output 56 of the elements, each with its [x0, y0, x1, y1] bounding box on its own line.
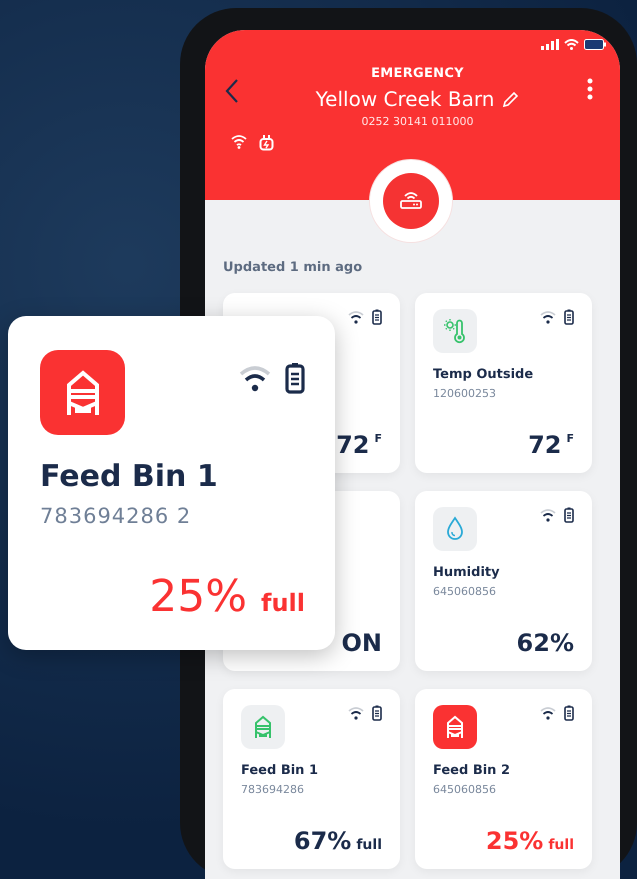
water-drop-icon [433, 507, 477, 551]
sensor-name: Humidity [433, 565, 501, 580]
updated-label: Updated 1 min ago [223, 260, 364, 275]
signal-icon [541, 38, 559, 50]
sensor-card[interactable]: Humidity 645060856 62% [415, 491, 592, 671]
reading-value: ON [342, 629, 382, 657]
barn-title: Yellow Creek Barn [316, 87, 494, 111]
wifi-icon [540, 508, 556, 522]
wifi-icon [348, 706, 364, 720]
wifi-icon [540, 706, 556, 720]
wifi-icon [231, 134, 247, 149]
feed-bin-icon [433, 705, 477, 749]
wifi-icon [239, 364, 271, 392]
sensor-name: Temp Outside [433, 367, 534, 382]
sensor-card[interactable]: Feed Bin 1 783694286 67% full [223, 689, 400, 869]
battery-icon [584, 38, 606, 50]
thermometer-icon [433, 309, 477, 353]
reading-value: 72 [336, 431, 370, 459]
sensor-name: Feed Bin 2 [433, 763, 512, 778]
reading-value: 67% [294, 827, 352, 855]
unit-label: F [566, 432, 574, 445]
sensor-card[interactable]: Temp Outside 120600253 72 F [415, 293, 592, 473]
sensor-serial: 645060856 [433, 585, 497, 598]
battery-icon [285, 362, 305, 394]
unit-label: F [374, 432, 382, 445]
reading-value: 25% [149, 571, 248, 622]
router-icon [383, 173, 439, 229]
feed-bin-icon [40, 350, 125, 435]
wifi-icon [348, 310, 364, 324]
barn-serial: 0252 30141 011000 [362, 115, 474, 128]
reading-value: 72 [528, 431, 562, 459]
sensor-serial: 120600253 [433, 387, 497, 400]
menu-icon[interactable] [587, 78, 593, 100]
battery-icon [564, 507, 574, 523]
unit-label: full [548, 837, 574, 853]
reading-value: 25% [486, 827, 544, 855]
back-icon[interactable] [225, 78, 239, 104]
sensor-serial: 783694286 2 [40, 504, 192, 528]
reading-value: 62% [516, 629, 574, 657]
sensor-name: Feed Bin 1 [40, 459, 219, 494]
unit-label: full [356, 837, 382, 853]
battery-icon [372, 309, 382, 325]
unit-label: full [261, 589, 305, 617]
wifi-icon [540, 310, 556, 324]
sensor-card[interactable]: Feed Bin 2 645060856 25% full [415, 689, 592, 869]
pencil-icon[interactable] [502, 90, 520, 108]
sensor-serial: 645060856 [433, 783, 497, 796]
battery-icon [564, 705, 574, 721]
sensor-serial: 783694286 [241, 783, 305, 796]
alert-status: EMERGENCY [371, 66, 464, 81]
wifi-icon [564, 38, 579, 50]
battery-icon [372, 705, 382, 721]
sensor-name: Feed Bin 1 [241, 763, 320, 778]
plug-icon [259, 134, 274, 151]
battery-icon [564, 309, 574, 325]
feed-bin-icon [241, 705, 285, 749]
